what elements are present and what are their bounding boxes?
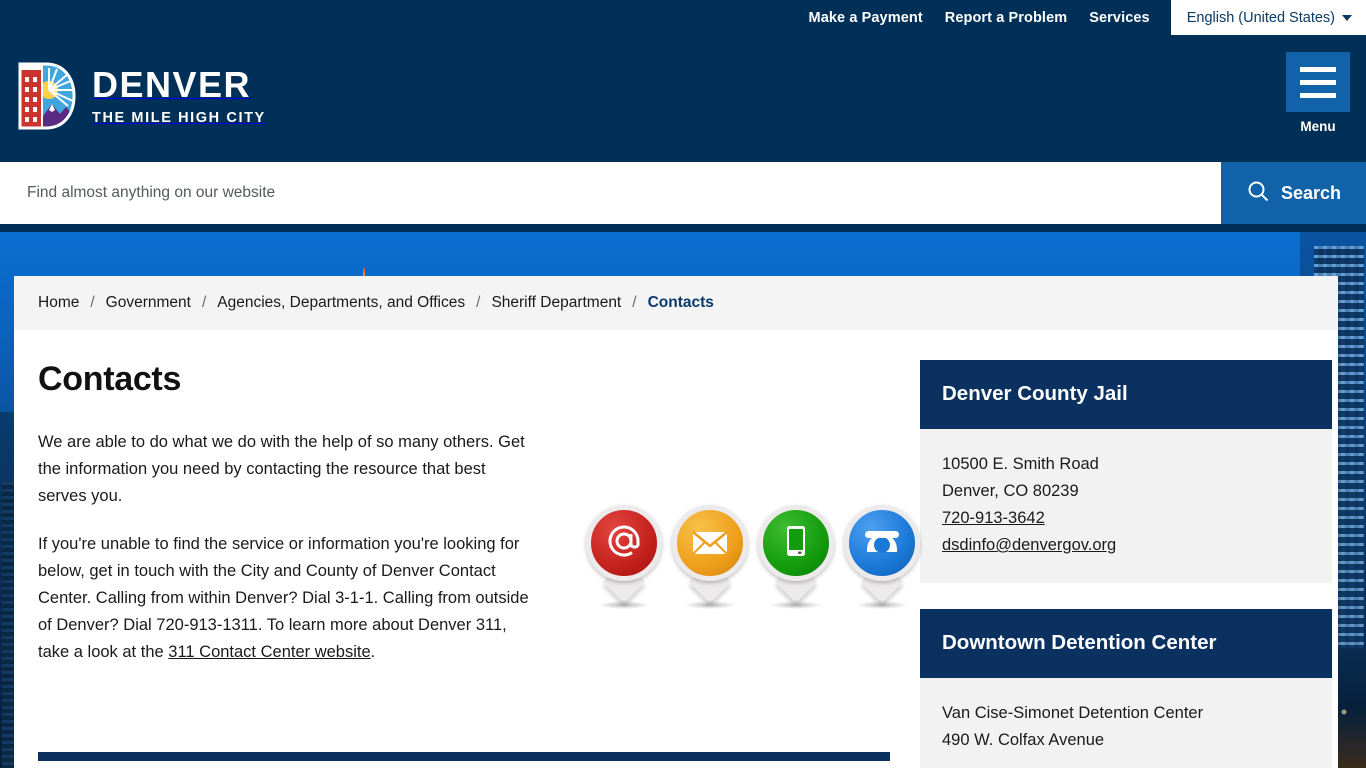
site-header: Make a Payment Report a Problem Services… <box>0 0 1366 232</box>
denver-d-logo-icon <box>16 60 78 132</box>
search-icon <box>1246 179 1270 208</box>
breadcrumb-item-contacts-current: Contacts <box>647 294 714 311</box>
email-at-pin-icon <box>582 505 666 609</box>
smartphone-glyph <box>774 519 818 568</box>
breadcrumb-item-home[interactable]: Home <box>38 294 79 312</box>
page-root: Make a Payment Report a Problem Services… <box>0 0 1366 768</box>
brand-text-block: DENVER THE MILE HIGH CITY <box>92 63 266 126</box>
page-title: Contacts <box>38 360 182 398</box>
breadcrumb-separator: / <box>201 294 207 311</box>
phone-link-row: 720-913-3642 <box>942 505 1310 532</box>
breadcrumb: Home / Government / Agencies, Department… <box>14 276 1338 330</box>
brand-tagline: THE MILE HIGH CITY <box>92 109 266 126</box>
menu-button[interactable]: Menu <box>1286 52 1350 134</box>
contact-center-paragraph: If you're unable to find the service or … <box>38 531 538 666</box>
hamburger-bar <box>1300 66 1336 72</box>
pin-circle <box>586 505 662 581</box>
pin-shadow <box>770 601 822 609</box>
contact-card-body: Van Cise-Simonet Detention Center 490 W.… <box>920 678 1332 768</box>
chevron-down-icon <box>1342 14 1352 21</box>
sidebar-column: Denver County Jail 10500 E. Smith Road D… <box>894 360 1332 768</box>
utility-link-services[interactable]: Services <box>1078 0 1160 35</box>
section-divider-bar <box>38 752 890 761</box>
email-link[interactable]: dsdinfo@denvergov.org <box>942 536 1116 554</box>
main-column: Contacts We are able to do what we do wi… <box>38 360 920 768</box>
hamburger-bar <box>1300 92 1336 98</box>
mail-envelope-pin-icon <box>668 505 752 609</box>
contact-center-paragraph-suffix: . <box>370 643 376 661</box>
site-search-bar: Search <box>0 162 1366 224</box>
mobile-phone-pin-icon <box>754 505 838 609</box>
pin-shadow <box>598 601 650 609</box>
pin-circle <box>758 505 834 581</box>
menu-button-label: Menu <box>1300 119 1336 134</box>
contact-card-body: 10500 E. Smith Road Denver, CO 80239 720… <box>920 429 1332 583</box>
desk-phone-glyph <box>859 518 905 569</box>
breadcrumb-item-sheriff-department[interactable]: Sheriff Department <box>491 294 621 312</box>
hamburger-menu-icon <box>1286 52 1350 112</box>
phone-link[interactable]: 720-913-3642 <box>942 509 1045 527</box>
search-button-label: Search <box>1280 182 1342 203</box>
contact-card-downtown-detention-center: Downtown Detention Center Van Cise-Simon… <box>920 609 1332 768</box>
search-input[interactable] <box>0 162 1221 224</box>
email-link-row: dsdinfo@denvergov.org <box>942 532 1310 559</box>
breadcrumb-item-government[interactable]: Government <box>106 294 191 312</box>
brand-name: DENVER <box>92 63 252 105</box>
pin-circle <box>672 505 748 581</box>
breadcrumb-separator: / <box>632 294 637 311</box>
breadcrumb-separator: / <box>90 294 95 311</box>
pin-shadow <box>856 601 908 609</box>
breadcrumb-separator: / <box>476 294 481 311</box>
contact-card-denver-county-jail: Denver County Jail 10500 E. Smith Road D… <box>920 360 1332 583</box>
contact-pin-icons <box>582 505 924 609</box>
content-columns: Contacts We are able to do what we do wi… <box>14 330 1338 768</box>
contact-card-title: Downtown Detention Center <box>920 609 1332 678</box>
utility-link-report-a-problem[interactable]: Report a Problem <box>934 0 1078 35</box>
pin-circle <box>844 505 920 581</box>
main-content-card: Home / Government / Agencies, Department… <box>14 276 1338 768</box>
site-logo[interactable]: DENVER THE MILE HIGH CITY <box>16 60 266 132</box>
address-line: Denver, CO 80239 <box>942 482 1079 500</box>
pin-shadow <box>684 601 736 609</box>
utility-navigation: Make a Payment Report a Problem Services… <box>798 0 1366 35</box>
facility-name-line: Van Cise-Simonet Detention Center <box>942 704 1204 722</box>
language-selector-label: English (United States) <box>1186 9 1335 26</box>
address-line: 490 W. Colfax Avenue <box>942 731 1105 749</box>
telephone-pin-icon <box>840 505 924 609</box>
link-311-contact-center-website[interactable]: 311 Contact Center website <box>168 643 370 661</box>
hamburger-bar <box>1300 79 1336 85</box>
search-button[interactable]: Search <box>1221 162 1366 224</box>
language-selector[interactable]: English (United States) <box>1170 0 1366 35</box>
at-symbol-glyph <box>602 519 646 568</box>
breadcrumb-item-agencies[interactable]: Agencies, Departments, and Offices <box>217 294 465 312</box>
contact-card-title: Denver County Jail <box>920 360 1332 429</box>
envelope-glyph <box>687 518 733 569</box>
utility-link-make-a-payment[interactable]: Make a Payment <box>798 0 934 35</box>
intro-paragraph: We are able to do what we do with the he… <box>38 433 525 505</box>
address-line: 10500 E. Smith Road <box>942 455 1099 473</box>
